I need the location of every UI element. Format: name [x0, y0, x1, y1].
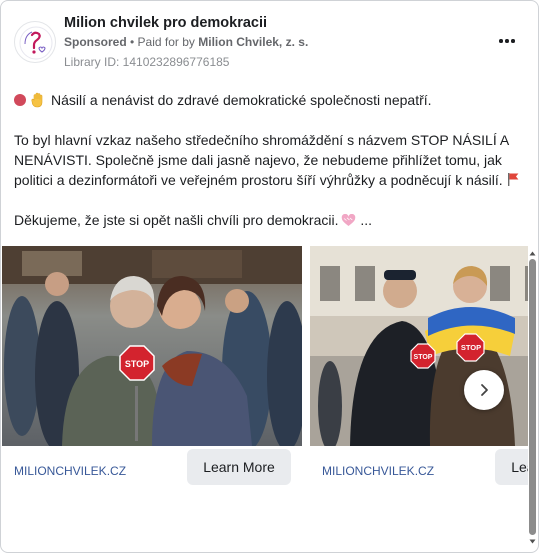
logo-icon: [19, 26, 53, 60]
ad-text-line-1: Násilí a nenávist do zdravé demokratické…: [14, 90, 526, 110]
carousel-next-button[interactable]: [464, 370, 504, 410]
advertiser-name[interactable]: Milion chvilek pro demokracii: [64, 15, 267, 31]
svg-text:STOP: STOP: [461, 343, 481, 352]
ad-text-paragraph-2: To byl hlavní vzkaz našeho středečního s…: [14, 130, 526, 190]
card-link-domain[interactable]: MILIONCHVILEK.CZ: [14, 464, 126, 478]
ad-meta: Sponsored • Paid for by Milion Chvilek, …: [64, 35, 308, 49]
sponsored-label: Sponsored: [64, 35, 127, 49]
red-flag-icon: [507, 173, 519, 186]
learn-more-button[interactable]: Learn More: [187, 449, 291, 485]
more-horizontal-icon: [499, 39, 515, 43]
see-more-link[interactable]: ...: [356, 212, 372, 228]
svg-text:STOP: STOP: [125, 359, 149, 369]
payer-name[interactable]: Milion Chvilek, z. s.: [198, 35, 308, 49]
scroll-up-arrow-icon[interactable]: [528, 249, 537, 258]
card-link-domain[interactable]: MILIONCHVILEK.CZ: [322, 464, 434, 478]
scroll-down-arrow-icon[interactable]: [528, 537, 537, 546]
svg-text:STOP: STOP: [414, 354, 433, 361]
ad-text-line-3: Děkujeme, že jste si opět našli chvíli p…: [14, 210, 526, 230]
learn-more-button[interactable]: Learn More: [495, 449, 528, 485]
scrollbar-thumb[interactable]: [529, 259, 536, 535]
ad-card: Milion chvilek pro demokracii Sponsored …: [0, 0, 539, 553]
scrollbar[interactable]: [528, 249, 537, 546]
red-circle-icon: [14, 94, 26, 106]
library-id: Library ID: 1410232896776185: [64, 55, 230, 69]
paragraph-2: To byl hlavní vzkaz našeho středečního s…: [14, 132, 509, 188]
carousel: STOP MILIONCHVILEK.CZ Learn More STOP ST…: [1, 246, 528, 501]
paragraph-1: Násilí a nenávist do zdravé demokratické…: [51, 92, 432, 108]
paragraph-3: Děkujeme, že jste si opět našli chvíli p…: [14, 212, 339, 228]
young-men-holding-stop-signs-photo[interactable]: STOP STOP: [310, 246, 528, 446]
two-women-holding-stop-sign-photo[interactable]: STOP: [2, 246, 302, 446]
more-options-button[interactable]: [493, 31, 521, 51]
meta-separator: •: [126, 35, 138, 49]
advertiser-avatar[interactable]: [14, 21, 56, 63]
heart-icon: [342, 214, 356, 226]
paid-prefix: Paid for by: [137, 35, 199, 49]
raised-hand-icon: [31, 92, 43, 108]
chevron-right-icon: [481, 384, 488, 396]
